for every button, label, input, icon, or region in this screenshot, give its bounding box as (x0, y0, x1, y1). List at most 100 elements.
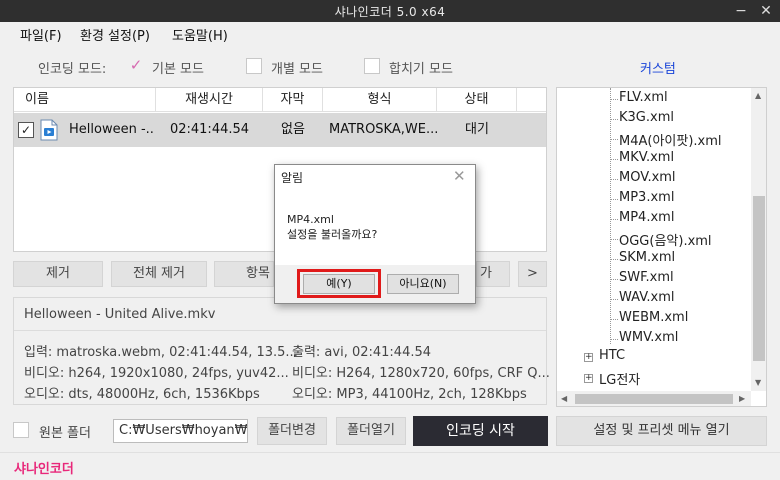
info-audio-in: 오디오: dts, 48000Hz, 6ch, 1536Kbps (24, 387, 260, 402)
info-filename: Helloween - United Alive.mkv (24, 307, 216, 322)
media-info-panel: Helloween - United Alive.mkv 입력: matrosk… (13, 297, 550, 405)
menu-file[interactable]: 파일(F) (20, 25, 62, 44)
scroll-up-icon[interactable]: ▲ (755, 91, 761, 100)
tree-connector (610, 99, 618, 100)
scroll-down-icon[interactable]: ▼ (755, 378, 761, 387)
notice-dialog: 알림 ✕ MP4.xml 설정을 불러올까요? 예(Y) 아니요(N) (274, 164, 476, 304)
tree-item[interactable]: OGG(음악).xml (619, 230, 712, 249)
open-folder-button[interactable]: 폴더열기 (336, 417, 406, 445)
no-button[interactable]: 아니요(N) (387, 274, 459, 294)
tree-group-htc[interactable]: HTC (599, 348, 625, 363)
tree-connector (610, 219, 618, 220)
basic-mode-label: 기본 모드 (152, 62, 204, 77)
column-name[interactable]: 이름 (14, 88, 156, 112)
tree-connector (610, 119, 618, 120)
tree-guide (610, 88, 611, 344)
tree-item[interactable]: M4A(아이팟).xml (619, 130, 722, 149)
column-subtitle[interactable]: 자막 (263, 88, 323, 112)
tree-item[interactable]: WAV.xml (619, 290, 675, 305)
tree-item[interactable]: SWF.xml (619, 270, 674, 285)
custom-link[interactable]: 커스텀 (640, 58, 676, 77)
dialog-button-bar: 예(Y) 아니요(N) (275, 265, 475, 303)
info-video-in: 비디오: h264, 1920x1080, 24fps, yuv42... (24, 366, 289, 381)
expand-icon[interactable]: + (584, 353, 593, 362)
window-title: 샤나인코더 5.0 x64 (334, 5, 446, 19)
source-folder-checkbox[interactable] (13, 422, 29, 438)
remove-all-button[interactable]: 전체 제거 (111, 261, 207, 287)
dialog-title: 알림 (281, 171, 304, 185)
file-list-header: 이름 재생시간 자막 형식 상태 (14, 88, 546, 112)
horizontal-scrollbar[interactable]: ◀ ▶ (557, 391, 751, 406)
info-output: 출력: avi, 02:41:44.54 (292, 345, 432, 360)
tree-item[interactable]: SKM.xml (619, 250, 675, 265)
tree-item[interactable]: MOV.xml (619, 170, 676, 185)
start-encoding-button[interactable]: 인코딩 시작 (413, 416, 548, 446)
tree-item[interactable]: MKV.xml (619, 150, 674, 165)
brand-label: 샤나인코더 (14, 462, 74, 477)
table-row[interactable]: ✓ Helloween -... 02:41:44.54 없음 MATROSKA… (14, 113, 546, 147)
next-button[interactable]: > (518, 261, 547, 287)
tree-item[interactable]: FLV.xml (619, 90, 668, 105)
partial-button[interactable]: 가 (476, 261, 510, 287)
row-name: Helloween -... (69, 122, 155, 137)
menu-settings[interactable]: 환경 설정(P) (80, 25, 150, 44)
output-path-field[interactable]: C:₩Users₩hoyan₩De (113, 419, 248, 443)
merge-mode-label: 합치기 모드 (389, 62, 453, 77)
tree-connector (610, 279, 618, 280)
video-file-icon (39, 119, 59, 141)
column-duration[interactable]: 재생시간 (156, 88, 263, 112)
individual-mode-label: 개별 모드 (271, 62, 323, 77)
title-bar: 샤나인코더 5.0 x64 − ✕ (0, 0, 780, 22)
remove-button[interactable]: 제거 (13, 261, 103, 287)
vertical-scrollbar[interactable]: ▲ ▼ (751, 88, 766, 391)
column-format[interactable]: 형식 (323, 88, 437, 112)
merge-mode-checkbox[interactable] (364, 58, 380, 74)
source-folder-label: 원본 폴더 (39, 426, 91, 441)
tree-item[interactable]: MP3.xml (619, 190, 674, 205)
tree-connector (610, 299, 618, 300)
preset-tree: FLV.xml K3G.xml M4A(아이팟).xml MKV.xml MOV.xml… (556, 87, 767, 407)
encoding-mode-bar: 인코딩 모드: ✓ 기본 모드 개별 모드 합치기 모드 (0, 50, 556, 80)
row-format: MATROSKA,WE... (329, 122, 437, 137)
minimize-icon[interactable]: − (730, 1, 752, 21)
row-subtitle: 없음 (281, 122, 305, 137)
row-status: 대기 (465, 122, 489, 137)
tree-connector (610, 139, 618, 140)
info-video-out: 비디오: H264, 1280x720, 60fps, CRF Q... (292, 366, 550, 381)
change-folder-button[interactable]: 폴더변경 (257, 417, 327, 445)
info-input: 입력: matroska.webm, 02:41:44.54, 13.5... (24, 345, 298, 360)
tree-connector (610, 339, 618, 340)
row-checkbox[interactable]: ✓ (18, 122, 34, 138)
info-audio-out: 오디오: MP3, 44100Hz, 2ch, 128Kbps (292, 387, 527, 402)
scroll-left-icon[interactable]: ◀ (561, 394, 567, 403)
item-button[interactable]: 항목 (214, 261, 274, 287)
info-divider (14, 330, 546, 331)
menu-bar: 파일(F) 환경 설정(P) 도움말(H) (0, 22, 780, 46)
column-status[interactable]: 상태 (437, 88, 517, 112)
tree-item[interactable]: K3G.xml (619, 110, 674, 125)
row-duration: 02:41:44.54 (169, 122, 250, 137)
yes-button[interactable]: 예(Y) (303, 274, 375, 294)
expand-icon[interactable]: + (584, 374, 593, 383)
tree-item[interactable]: WMV.xml (619, 330, 678, 345)
menu-help[interactable]: 도움말(H) (172, 25, 228, 44)
tree-group-lg[interactable]: LG전자 (599, 369, 640, 388)
scroll-thumb[interactable] (575, 394, 733, 404)
individual-mode-checkbox[interactable] (246, 58, 262, 74)
encoding-mode-label: 인코딩 모드: (38, 62, 107, 77)
settings-preset-button[interactable]: 설정 및 프리셋 메뉴 열기 (556, 416, 767, 446)
tree-item[interactable]: WEBM.xml (619, 310, 688, 325)
basic-mode-checkbox[interactable]: ✓ (128, 57, 144, 73)
tree-item[interactable]: MP4.xml (619, 210, 674, 225)
tree-connector (610, 239, 618, 240)
close-icon[interactable]: ✕ (453, 167, 466, 185)
dialog-message-question: 설정을 불러올까요? (287, 228, 378, 241)
tree-connector (610, 159, 618, 160)
dialog-message-file: MP4.xml (287, 213, 334, 226)
tree-connector (610, 259, 618, 260)
close-icon[interactable]: ✕ (755, 1, 777, 21)
status-bar: 샤나인코더 (0, 452, 780, 480)
tree-connector (610, 199, 618, 200)
scroll-right-icon[interactable]: ▶ (739, 394, 745, 403)
scroll-thumb[interactable] (753, 196, 765, 361)
